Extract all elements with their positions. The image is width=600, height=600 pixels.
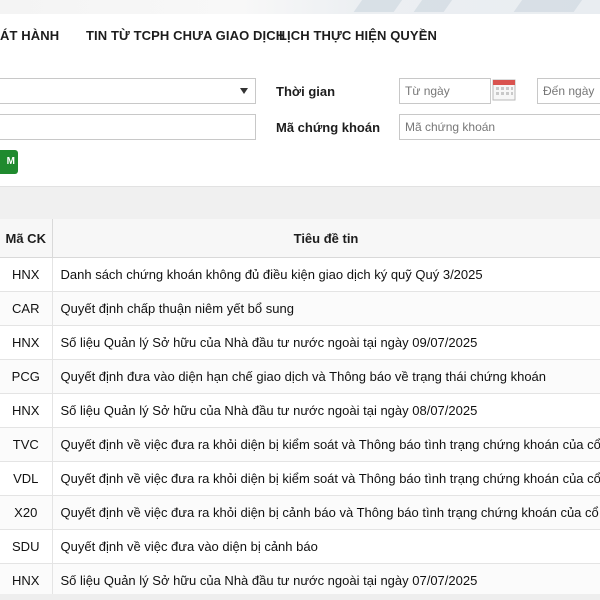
table-row[interactable]: VDL Quyết định về việc đưa ra khỏi diện … bbox=[0, 461, 600, 496]
chevron-down-icon bbox=[240, 88, 248, 94]
column-header-code: Mã CK bbox=[0, 219, 53, 258]
news-title-link[interactable]: Số liệu Quản lý Sở hữu của Nhà đầu tư nư… bbox=[52, 325, 600, 360]
stock-code-cell: HNX bbox=[0, 325, 53, 360]
bottom-edge bbox=[0, 594, 600, 600]
table-row[interactable]: HNX Số liệu Quản lý Sở hữu của Nhà đầu t… bbox=[0, 325, 600, 360]
stock-code-cell: SDU bbox=[0, 529, 53, 564]
stock-code-cell: TVC bbox=[0, 427, 53, 462]
banner-decoration bbox=[413, 0, 457, 12]
news-title-link[interactable]: Số liệu Quản lý Sở hữu của Nhà đầu tư nư… bbox=[52, 563, 600, 598]
news-tabs: ÁT HÀNH TIN TỪ TCPH CHƯA GIAO DỊCH LỊCH … bbox=[0, 14, 600, 59]
news-title-link[interactable]: Quyết định đưa vào diện hạn chế giao dịc… bbox=[52, 359, 600, 394]
stock-code-cell: HNX bbox=[0, 563, 53, 598]
search-button[interactable]: M bbox=[0, 150, 18, 174]
to-date-input[interactable] bbox=[537, 78, 600, 104]
tab-rights-schedule[interactable]: LỊCH THỰC HIỆN QUYỀN bbox=[279, 28, 437, 43]
calendar-icon[interactable] bbox=[492, 79, 516, 101]
keyword-input[interactable] bbox=[0, 114, 256, 140]
stock-code-label: Mã chứng khoán bbox=[276, 120, 381, 135]
table-row[interactable]: PCG Quyết định đưa vào diện hạn chế giao… bbox=[0, 359, 600, 394]
table-row[interactable]: HNX Số liệu Quản lý Sở hữu của Nhà đầu t… bbox=[0, 393, 600, 428]
from-date-input[interactable] bbox=[399, 78, 491, 104]
news-title-link[interactable]: Quyết định về việc đưa vào diện bị cảnh … bbox=[52, 529, 600, 564]
table-row[interactable]: X20 Quyết định về việc đưa ra khỏi diện … bbox=[0, 495, 600, 530]
news-title-link[interactable]: Danh sách chứng khoán không đủ điều kiện… bbox=[52, 257, 600, 292]
tab-issuer-news[interactable]: ÁT HÀNH bbox=[0, 28, 59, 43]
stock-code-cell: VDL bbox=[0, 461, 53, 496]
table-toolbar-band bbox=[0, 186, 600, 220]
banner-decoration bbox=[353, 0, 407, 12]
table-row[interactable]: SDU Quyết định về việc đưa vào diện bị c… bbox=[0, 529, 600, 564]
filter-panel: Thời gian Mã chứng khoán bbox=[0, 58, 600, 188]
tab-unlisted-issuer-news[interactable]: TIN TỪ TCPH CHƯA GIAO DỊCH bbox=[86, 28, 285, 43]
category-select[interactable] bbox=[0, 78, 256, 104]
stock-code-cell: HNX bbox=[0, 257, 53, 292]
stock-code-input[interactable] bbox=[399, 114, 600, 140]
stock-code-cell: X20 bbox=[0, 495, 53, 530]
stock-code-cell: CAR bbox=[0, 291, 53, 326]
column-header-title: Tiêu đề tin bbox=[52, 219, 600, 258]
table-header-row: Mã CK Tiêu đề tin bbox=[0, 219, 600, 258]
news-title-link[interactable]: Quyết định chấp thuận niêm yết bổ sung bbox=[52, 291, 600, 326]
news-table: Mã CK Tiêu đề tin HNX Danh sách chứng kh… bbox=[0, 219, 600, 598]
table-row[interactable]: HNX Số liệu Quản lý Sở hữu của Nhà đầu t… bbox=[0, 563, 600, 598]
news-title-link[interactable]: Quyết định về việc đưa ra khỏi diện bị c… bbox=[52, 495, 600, 530]
stock-code-cell: HNX bbox=[0, 393, 53, 428]
top-banner-strip bbox=[0, 0, 600, 14]
news-title-link[interactable]: Số liệu Quản lý Sở hữu của Nhà đầu tư nư… bbox=[52, 393, 600, 428]
time-label: Thời gian bbox=[276, 84, 336, 99]
news-title-link[interactable]: Quyết định về việc đưa ra khỏi diện bị k… bbox=[52, 427, 600, 462]
table-row[interactable]: HNX Danh sách chứng khoán không đủ điều … bbox=[0, 257, 600, 292]
table-row[interactable]: CAR Quyết định chấp thuận niêm yết bổ su… bbox=[0, 291, 600, 326]
stock-code-cell: PCG bbox=[0, 359, 53, 394]
banner-decoration bbox=[513, 0, 587, 12]
table-row[interactable]: TVC Quyết định về việc đưa ra khỏi diện … bbox=[0, 427, 600, 462]
news-title-link[interactable]: Quyết định về việc đưa ra khỏi diện bị k… bbox=[52, 461, 600, 496]
